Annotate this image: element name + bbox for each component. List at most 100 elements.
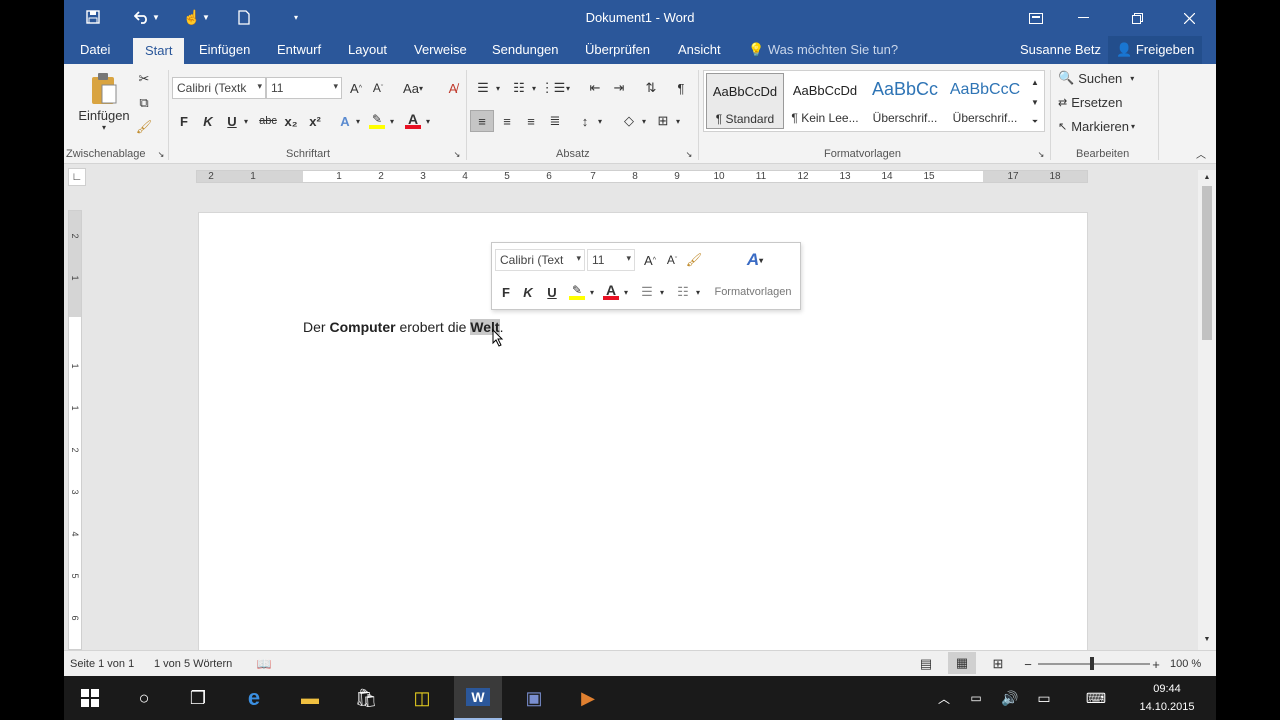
app2-icon[interactable]: ▣: [510, 676, 558, 720]
justify-icon[interactable]: ≣: [544, 110, 566, 132]
vertical-ruler[interactable]: 2 1 1 1 2 3 4 5 6: [68, 210, 82, 650]
cut-icon[interactable]: ✂: [134, 68, 154, 90]
shrink-font-icon[interactable]: Aˇ: [368, 77, 388, 99]
keyboard-icon[interactable]: ⌨: [1078, 676, 1114, 720]
line-spacing-icon[interactable]: ↕: [574, 110, 596, 132]
numbering-dropdown-icon[interactable]: ▾: [530, 77, 538, 99]
tab-start[interactable]: Start: [133, 38, 185, 64]
styles-scroll-up-icon[interactable]: ▲: [1028, 73, 1042, 91]
ribbon-display-icon[interactable]: [1013, 0, 1059, 36]
taskbar-clock[interactable]: 09:44 14.10.2015: [1130, 680, 1204, 716]
font-launcher-icon[interactable]: ↘: [452, 148, 462, 160]
highlight-icon[interactable]: ✎: [366, 110, 388, 132]
highlight-icon[interactable]: ✎: [566, 281, 588, 303]
file-explorer-icon[interactable]: ▬: [286, 676, 334, 720]
start-button[interactable]: [66, 676, 114, 720]
media-icon[interactable]: ▶: [564, 676, 612, 720]
search-button[interactable]: 🔍 Suchen ▾: [1058, 68, 1134, 88]
shading-icon[interactable]: ◇: [618, 110, 640, 132]
paste-button[interactable]: Einfügen ▾: [76, 70, 132, 134]
cortana-icon[interactable]: ○: [120, 676, 168, 720]
tell-me-box[interactable]: 💡 Was möchten Sie tun?: [748, 36, 898, 64]
store-icon[interactable]: 🛍: [342, 676, 390, 720]
change-case-button[interactable]: Aa ▾: [398, 77, 428, 99]
close-icon[interactable]: [1166, 0, 1212, 36]
share-button[interactable]: 👤 Freigeben: [1108, 36, 1203, 64]
word-count[interactable]: 1 von 5 Wörtern: [154, 653, 232, 675]
numbering-dropdown-icon[interactable]: ▾: [694, 281, 702, 303]
word-taskbar-icon[interactable]: W: [454, 676, 502, 720]
select-button[interactable]: ↖ Markieren ▾: [1058, 116, 1135, 136]
tab-review[interactable]: Überprüfen: [585, 36, 650, 64]
highlight-dropdown-icon[interactable]: ▾: [588, 281, 596, 303]
italic-button[interactable]: K: [198, 110, 218, 132]
bold-button[interactable]: F: [174, 110, 194, 132]
mini-size-combo[interactable]: 11 ▾: [587, 249, 635, 271]
grow-font-icon[interactable]: A ^: [640, 249, 660, 271]
styles-scroll-down-icon[interactable]: ▼: [1028, 93, 1042, 111]
clipboard-launcher-icon[interactable]: ↘: [156, 148, 166, 160]
tab-insert[interactable]: Einfügen: [199, 36, 250, 64]
align-right-icon[interactable]: ≡: [520, 110, 542, 132]
align-left-icon[interactable]: ≡: [470, 110, 494, 132]
font-color-dropdown-icon[interactable]: ▾: [622, 281, 630, 303]
pilcrow-icon[interactable]: ¶: [670, 77, 692, 99]
multilevel-dropdown-icon[interactable]: ▾: [564, 77, 572, 99]
proofing-icon[interactable]: 📖: [254, 653, 274, 675]
minimize-icon[interactable]: [1060, 0, 1106, 36]
font-size-combo[interactable]: 11 ▾: [266, 77, 342, 99]
bullets-icon[interactable]: ☰: [472, 77, 494, 99]
bold-button[interactable]: F: [496, 281, 516, 303]
tab-layout[interactable]: Layout: [348, 36, 387, 64]
borders-dropdown-icon[interactable]: ▾: [674, 110, 682, 132]
shading-dropdown-icon[interactable]: ▾: [640, 110, 648, 132]
show-hidden-icons[interactable]: ︿: [930, 676, 958, 720]
styles-more-icon[interactable]: ⏷: [1028, 113, 1042, 131]
format-painter-icon[interactable]: 🖌: [134, 116, 154, 138]
page-count[interactable]: Seite 1 von 1: [70, 653, 134, 675]
read-mode-icon[interactable]: ▤: [914, 653, 938, 675]
action-center-icon[interactable]: ▭: [1030, 676, 1058, 720]
italic-button[interactable]: K: [518, 281, 538, 303]
edge-icon[interactable]: e: [230, 676, 278, 720]
font-color-icon[interactable]: A: [402, 110, 424, 132]
app-icon[interactable]: ◫: [398, 676, 446, 720]
styles-launcher-icon[interactable]: ↘: [1036, 148, 1046, 160]
horizontal-ruler[interactable]: 2 1 1 2 3 4 5 6 7 8 9 10 11 12 13 14 15 17 18: [196, 170, 1088, 183]
zoom-slider-thumb[interactable]: [1090, 657, 1094, 670]
tab-mailings[interactable]: Sendungen: [492, 36, 559, 64]
style-standard[interactable]: AaBbCcDd ¶ Standard: [706, 73, 784, 129]
font-color-dropdown-icon[interactable]: ▾: [424, 110, 432, 132]
text-effects-dropdown-icon[interactable]: ▾: [354, 110, 362, 132]
style-heading1[interactable]: AaBbCc Überschrif...: [866, 73, 944, 129]
bullets-dropdown-icon[interactable]: ▾: [658, 281, 666, 303]
zoom-slider[interactable]: [1038, 657, 1150, 670]
underline-button[interactable]: U: [542, 281, 562, 303]
numbering-icon[interactable]: ☷: [508, 77, 530, 99]
restore-icon[interactable]: [1114, 0, 1160, 36]
tab-view[interactable]: Ansicht: [678, 36, 721, 64]
multilevel-list-icon[interactable]: ⋮☰: [541, 77, 566, 99]
battery-icon[interactable]: ▭: [962, 676, 990, 720]
grow-font-icon[interactable]: A ^: [346, 77, 366, 99]
underline-dropdown-icon[interactable]: ▾: [242, 110, 250, 132]
style-heading2[interactable]: AaBbCcC Überschrif...: [946, 73, 1024, 129]
text-effects-icon[interactable]: A: [334, 110, 356, 132]
bullets-icon[interactable]: ☰: [636, 281, 658, 303]
zoom-out-icon[interactable]: −: [1020, 653, 1036, 675]
styles-icon[interactable]: A ▾: [738, 249, 772, 271]
tab-design[interactable]: Entwurf: [277, 36, 321, 64]
align-center-icon[interactable]: ≡: [496, 110, 518, 132]
shrink-font-icon[interactable]: Aˇ: [662, 249, 682, 271]
clear-formatting-icon[interactable]: A̸: [442, 77, 464, 99]
bullets-dropdown-icon[interactable]: ▾: [494, 77, 502, 99]
format-painter-icon[interactable]: 🖌: [684, 249, 704, 271]
task-view-icon[interactable]: ❐: [174, 676, 222, 720]
tab-file[interactable]: Datei: [80, 36, 110, 64]
scroll-up-icon[interactable]: ▲: [1202, 170, 1212, 184]
mini-font-combo[interactable]: Calibri (Text ▾: [495, 249, 585, 271]
font-color-icon[interactable]: A: [600, 281, 622, 303]
increase-indent-icon[interactable]: ⇥: [608, 77, 630, 99]
underline-button[interactable]: U: [222, 110, 242, 132]
copy-icon[interactable]: ⧉: [134, 92, 154, 114]
